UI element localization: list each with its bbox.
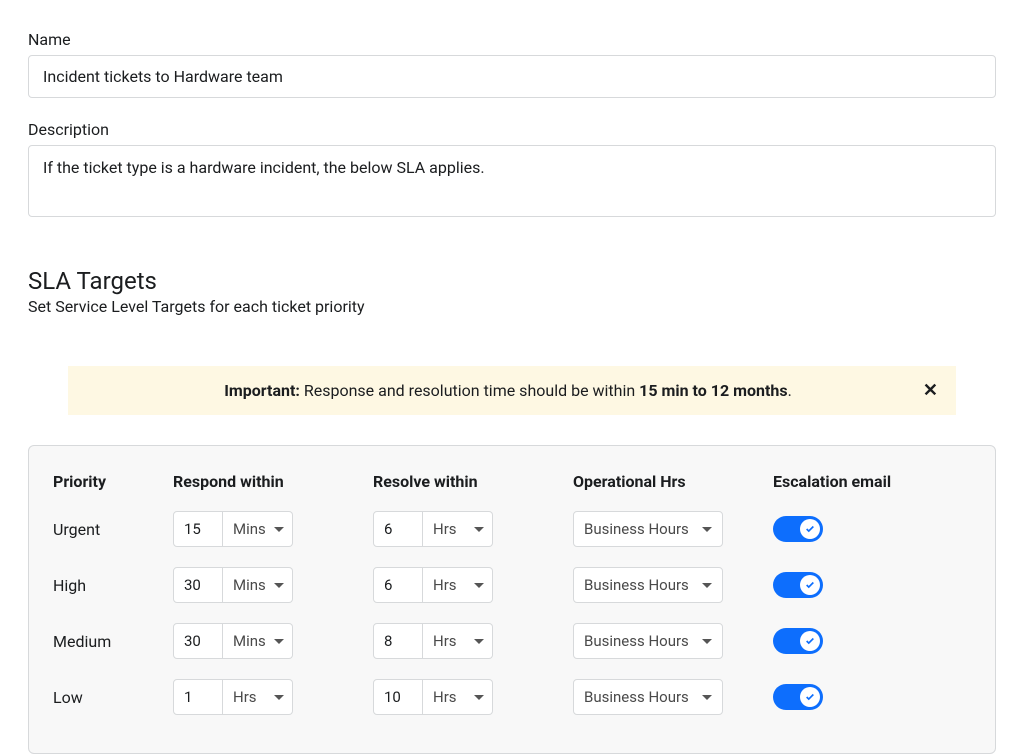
- chevron-down-icon: [474, 639, 484, 644]
- resolve-value-input[interactable]: [373, 511, 423, 547]
- name-input[interactable]: [28, 55, 996, 98]
- escalation-toggle[interactable]: [773, 572, 823, 598]
- table-row: Low Hrs Hrs Business Hours: [53, 679, 971, 715]
- chevron-down-icon: [702, 583, 712, 588]
- sla-table: Priority Respond within Resolve within O…: [28, 445, 996, 754]
- col-resolve: Resolve within: [373, 472, 573, 491]
- resolve-unit-select[interactable]: Hrs: [423, 623, 493, 659]
- resolve-unit-value: Hrs: [433, 520, 457, 538]
- alert-prefix: Important:: [224, 381, 300, 400]
- description-textarea[interactable]: If the ticket type is a hardware inciden…: [28, 145, 996, 217]
- resolve-unit-value: Hrs: [433, 688, 457, 706]
- respond-value-input[interactable]: [173, 567, 223, 603]
- operational-hours-select[interactable]: Business Hours: [573, 623, 723, 659]
- table-row: Urgent Mins Hrs Business Hours: [53, 511, 971, 547]
- operational-hours-select[interactable]: Business Hours: [573, 567, 723, 603]
- sla-targets-heading: SLA Targets: [28, 267, 996, 295]
- col-ophrs: Operational Hrs: [573, 472, 773, 491]
- col-respond: Respond within: [173, 472, 373, 491]
- name-label: Name: [28, 30, 996, 49]
- priority-cell: Urgent: [53, 520, 173, 539]
- respond-value-input[interactable]: [173, 511, 223, 547]
- resolve-unit-select[interactable]: Hrs: [423, 679, 493, 715]
- respond-unit-select[interactable]: Mins: [223, 567, 293, 603]
- priority-cell: High: [53, 576, 173, 595]
- chevron-down-icon: [702, 695, 712, 700]
- table-row: High Mins Hrs Business Hours: [53, 567, 971, 603]
- chevron-down-icon: [702, 527, 712, 532]
- operational-hours-select[interactable]: Business Hours: [573, 679, 723, 715]
- resolve-unit-select[interactable]: Hrs: [423, 567, 493, 603]
- col-priority: Priority: [53, 472, 173, 491]
- escalation-toggle[interactable]: [773, 628, 823, 654]
- operational-hours-value: Business Hours: [584, 576, 689, 594]
- check-icon: [805, 692, 815, 702]
- operational-hours-value: Business Hours: [584, 632, 689, 650]
- chevron-down-icon: [274, 583, 284, 588]
- operational-hours-value: Business Hours: [584, 520, 689, 538]
- toggle-knob: [800, 687, 820, 707]
- chevron-down-icon: [474, 695, 484, 700]
- priority-cell: Low: [53, 688, 173, 707]
- chevron-down-icon: [474, 583, 484, 588]
- operational-hours-value: Business Hours: [584, 688, 689, 706]
- col-escalation: Escalation email: [773, 472, 971, 491]
- resolve-value-input[interactable]: [373, 623, 423, 659]
- respond-unit-select[interactable]: Mins: [223, 511, 293, 547]
- respond-unit-value: Hrs: [233, 688, 257, 706]
- priority-cell: Medium: [53, 632, 173, 651]
- description-label: Description: [28, 120, 996, 139]
- toggle-knob: [800, 631, 820, 651]
- toggle-knob: [800, 519, 820, 539]
- alert-range: 15 min to 12 months: [639, 381, 787, 400]
- respond-unit-select[interactable]: Hrs: [223, 679, 293, 715]
- important-alert: Important: Response and resolution time …: [68, 366, 956, 415]
- chevron-down-icon: [274, 639, 284, 644]
- respond-unit-select[interactable]: Mins: [223, 623, 293, 659]
- chevron-down-icon: [702, 639, 712, 644]
- close-icon[interactable]: ✕: [923, 382, 938, 400]
- operational-hours-select[interactable]: Business Hours: [573, 511, 723, 547]
- resolve-unit-select[interactable]: Hrs: [423, 511, 493, 547]
- escalation-toggle[interactable]: [773, 516, 823, 542]
- resolve-value-input[interactable]: [373, 679, 423, 715]
- respond-unit-value: Mins: [233, 520, 266, 538]
- resolve-unit-value: Hrs: [433, 576, 457, 594]
- respond-unit-value: Mins: [233, 576, 266, 594]
- alert-mid: Response and resolution time should be w…: [300, 381, 639, 400]
- respond-value-input[interactable]: [173, 623, 223, 659]
- table-row: Medium Mins Hrs Business Hours: [53, 623, 971, 659]
- check-icon: [805, 580, 815, 590]
- toggle-knob: [800, 575, 820, 595]
- resolve-value-input[interactable]: [373, 567, 423, 603]
- chevron-down-icon: [274, 695, 284, 700]
- resolve-unit-value: Hrs: [433, 632, 457, 650]
- check-icon: [805, 524, 815, 534]
- escalation-toggle[interactable]: [773, 684, 823, 710]
- respond-unit-value: Mins: [233, 632, 266, 650]
- respond-value-input[interactable]: [173, 679, 223, 715]
- chevron-down-icon: [474, 527, 484, 532]
- alert-suffix: .: [788, 381, 792, 400]
- chevron-down-icon: [274, 527, 284, 532]
- sla-targets-subtext: Set Service Level Targets for each ticke…: [28, 297, 996, 316]
- check-icon: [805, 636, 815, 646]
